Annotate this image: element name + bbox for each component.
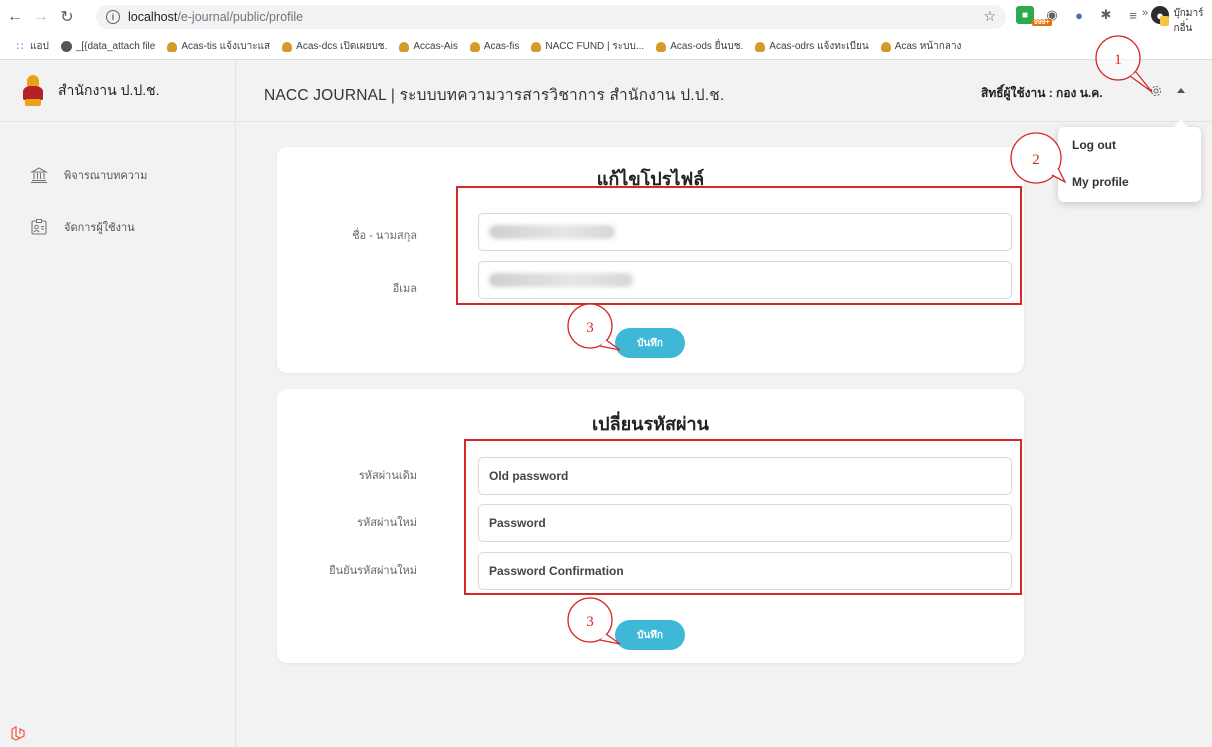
password-card-title: เปลี่ยนรหัสผ่าน bbox=[592, 414, 709, 434]
user-dropdown-menu: Log out My profile bbox=[1058, 120, 1201, 202]
chrome-icon bbox=[60, 41, 72, 52]
brand[interactable]: สำนักงาน ป.ป.ช. bbox=[0, 60, 235, 122]
puzzle-icon[interactable]: ✱ bbox=[1097, 6, 1115, 24]
annotation-box-profile-fields bbox=[456, 186, 1022, 305]
annotation-callout-3a: 3 bbox=[567, 303, 621, 351]
my-profile-menu-item[interactable]: My profile bbox=[1072, 175, 1129, 189]
sidebar-item-manage-users[interactable]: จัดการผู้ใช้งาน bbox=[0, 214, 235, 240]
bookmark-item[interactable]: Accas-Ais bbox=[399, 41, 458, 52]
bookmark-label: Acas-odrs แจ้งทะเบียน bbox=[769, 41, 869, 52]
reload-icon[interactable]: ↻ bbox=[56, 6, 78, 28]
logout-menu-item[interactable]: Log out bbox=[1072, 138, 1116, 152]
favicon bbox=[167, 41, 178, 52]
other-bookmarks-label: บุ๊กมาร์กอื่น bbox=[1173, 8, 1204, 34]
page-title: NACC JOURNAL | ระบบบทความวารสารวิชาการ ส… bbox=[264, 87, 725, 104]
institution-icon bbox=[30, 167, 48, 184]
favicon bbox=[282, 41, 293, 52]
bookmark-label: Acas-dcs เปิดเผยบช. bbox=[296, 41, 388, 52]
star-icon[interactable]: ☆ bbox=[983, 8, 996, 25]
extension-badge: 999+ bbox=[1032, 19, 1052, 26]
bookmark-label: Acas-tis แจ้งเบาะแส bbox=[181, 41, 271, 52]
other-bookmarks-button[interactable]: บุ๊กมาร์กอื่น bbox=[1160, 6, 1212, 36]
favicon bbox=[399, 41, 410, 52]
brand-title: สำนักงาน ป.ป.ช. bbox=[58, 81, 160, 98]
sidebar-item-label: จัดการผู้ใช้งาน bbox=[64, 222, 135, 234]
bookmarks-bar: ∷ แอป _[{data_attach file Acas-tis แจ้งเบาะ… bbox=[0, 34, 1212, 60]
bookmarks-more-button[interactable]: » bbox=[1142, 7, 1148, 19]
favicon bbox=[656, 41, 667, 52]
favicon bbox=[469, 41, 480, 52]
topbar: NACC JOURNAL | ระบบบทความวารสารวิชาการ ส… bbox=[237, 60, 1212, 122]
bookmark-item[interactable]: Acas-dcs เปิดเผยบช. bbox=[282, 39, 387, 54]
caret-up-icon[interactable] bbox=[1177, 88, 1185, 93]
user-card-icon bbox=[31, 219, 47, 235]
user-role-label: สิทธิ์ผู้ใช้งาน : กอง น.ค. bbox=[981, 86, 1103, 100]
annotation-callout-3b: 3 bbox=[567, 597, 621, 645]
email-label: อีเมล bbox=[392, 283, 417, 295]
annotation-number: 3 bbox=[586, 320, 594, 336]
reading-list-icon[interactable]: ≡ bbox=[1124, 6, 1142, 24]
address-bar[interactable]: i localhost/e-journal/public/profile ☆ bbox=[96, 5, 1006, 29]
browser-toolbar: ← → ↻ i localhost/e-journal/public/profi… bbox=[0, 0, 1212, 34]
annotation-number: 1 bbox=[1114, 52, 1122, 68]
bookmark-label: Accas-Ais bbox=[413, 41, 458, 52]
site-info-icon[interactable]: i bbox=[106, 10, 120, 24]
old-password-label: รหัสผ่านเดิม bbox=[358, 470, 417, 482]
bookmark-label: แอป bbox=[30, 41, 49, 52]
bookmark-item[interactable]: Acas-ods ยื่นบช. bbox=[656, 39, 743, 54]
name-label: ชื่อ - นามสกุล bbox=[352, 230, 417, 242]
annotation-number: 3 bbox=[586, 614, 594, 630]
bookmark-item[interactable]: Acas หน้ากลาง bbox=[880, 39, 962, 54]
sidebar-item-label: พิจารณาบทความ bbox=[64, 170, 148, 182]
favicon bbox=[880, 41, 891, 52]
bookmark-item[interactable]: NACC FUND | ระบบ... bbox=[531, 39, 644, 54]
sidebar-item-review-articles[interactable]: พิจารณาบทความ bbox=[0, 162, 235, 188]
new-password-label: รหัสผ่านใหม่ bbox=[357, 517, 417, 529]
apps-icon: ∷ bbox=[16, 41, 24, 53]
bookmark-label: _[{data_attach file bbox=[75, 41, 156, 52]
bookmark-item[interactable]: ∷ แอป bbox=[14, 39, 49, 54]
bookmark-label: Acas-fis bbox=[483, 41, 520, 52]
url-host: localhost bbox=[128, 10, 178, 24]
back-icon[interactable]: ← bbox=[4, 6, 26, 28]
bookmark-item[interactable]: Acas-odrs แจ้งทะเบียน bbox=[755, 39, 869, 54]
laravel-icon bbox=[11, 726, 25, 741]
annotation-number: 2 bbox=[1032, 152, 1040, 168]
bookmark-label: Acas-ods ยื่นบช. bbox=[670, 41, 744, 52]
annotation-callout-2: 2 bbox=[1010, 132, 1066, 184]
save-password-button[interactable]: บันทึก bbox=[615, 620, 685, 650]
bookmark-item[interactable]: Acas-tis แจ้งเบาะแส bbox=[167, 39, 270, 54]
confirm-password-label: ยืนยันรหัสผ่านใหม่ bbox=[329, 565, 417, 577]
favicon bbox=[755, 41, 766, 52]
bookmark-label: NACC FUND | ระบบ... bbox=[545, 41, 645, 52]
extension-icon[interactable]: ■ 999+ bbox=[1016, 6, 1052, 26]
extension-icon[interactable]: ● bbox=[1070, 6, 1088, 24]
nacc-logo-icon bbox=[22, 74, 44, 107]
annotation-box-password-fields bbox=[464, 439, 1022, 595]
annotation-callout-1: 1 bbox=[1095, 35, 1153, 93]
bookmark-item[interactable]: Acas-fis bbox=[469, 41, 520, 52]
url-path: /e-journal/public/profile bbox=[177, 10, 304, 24]
folder-icon bbox=[1160, 16, 1170, 26]
bookmark-item[interactable]: _[{data_attach file bbox=[60, 41, 156, 52]
sidebar: สำนักงาน ป.ป.ช. พิจารณาบทความ จัดการผู้ใ… bbox=[0, 60, 236, 747]
forward-icon[interactable]: → bbox=[30, 6, 52, 28]
save-profile-button[interactable]: บันทึก bbox=[615, 328, 685, 358]
bookmark-label: Acas หน้ากลาง bbox=[894, 41, 962, 52]
favicon bbox=[531, 41, 542, 52]
